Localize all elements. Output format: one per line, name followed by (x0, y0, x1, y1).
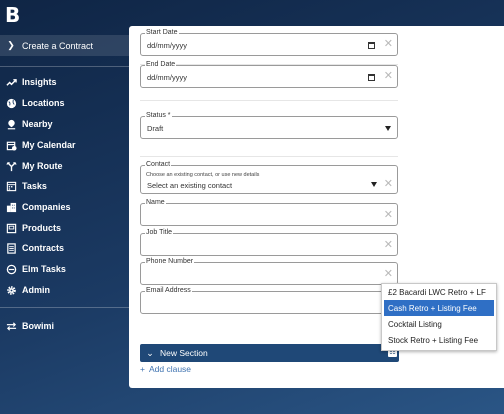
job-title-field[interactable]: Job Title ✕ (140, 228, 398, 256)
sidebar: ❯ Create a Contract Insights Locations N… (0, 0, 129, 414)
sidebar-item-my-calendar[interactable]: My Calendar (0, 136, 129, 154)
products-icon (0, 223, 22, 234)
field-value: dd/mm/yyyy (147, 73, 188, 82)
sidebar-item-label: Tasks (22, 181, 47, 191)
new-section-header[interactable]: ⌄ New Section ☷ (140, 344, 399, 362)
section-title: New Section (160, 348, 208, 358)
dropdown-option[interactable]: Cocktail Listing (382, 316, 496, 332)
chevron-down-icon (385, 126, 391, 131)
sidebar-item-label: Bowimi (22, 321, 55, 331)
elm-icon (0, 264, 22, 275)
dropdown-option[interactable]: £2 Bacardi LWC Retro + LF (382, 284, 496, 300)
clause-dropdown-menu: £2 Bacardi LWC Retro + LF Cash Retro + L… (381, 283, 497, 351)
field-value: Select an existing contact (147, 181, 233, 190)
switch-icon (0, 321, 22, 332)
calendar-icon[interactable] (368, 74, 375, 81)
contract-icon (0, 242, 22, 254)
chevron-down-icon: ⌄ (146, 347, 154, 358)
field-hint: Choose an existing contact, or use new d… (146, 172, 260, 178)
sidebar-item-label: My Route (22, 161, 63, 171)
trend-up-icon (0, 77, 22, 88)
sidebar-item-my-route[interactable]: My Route (0, 157, 129, 175)
field-label: End Date (145, 60, 177, 69)
gear-icon (0, 285, 22, 296)
field-label: Status * (145, 111, 172, 120)
close-icon[interactable]: ✕ (384, 71, 393, 82)
sidebar-item-create-contract[interactable]: ❯ Create a Contract (0, 35, 129, 56)
close-icon[interactable]: ✕ (384, 240, 393, 251)
sidebar-item-label: Locations (22, 98, 65, 108)
chevron-right-icon: ❯ (7, 40, 15, 50)
add-clause-label: Add clause (148, 364, 192, 374)
field-value: dd/mm/yyyy (147, 41, 188, 50)
sidebar-item-products[interactable]: Products (0, 219, 129, 237)
sidebar-item-elm-tasks[interactable]: Elm Tasks (0, 260, 129, 278)
globe-icon (0, 98, 22, 109)
sidebar-divider (0, 66, 129, 67)
add-clause-link[interactable]: + Add clause (140, 364, 191, 374)
calendar-icon (0, 140, 22, 151)
sidebar-item-locations[interactable]: Locations (0, 94, 129, 112)
sidebar-item-label: Nearby (22, 119, 53, 129)
close-icon[interactable]: ✕ (384, 179, 393, 190)
route-icon (0, 161, 22, 172)
sidebar-item-label: Products (22, 223, 62, 233)
phone-number-field[interactable]: Phone Number ✕ (140, 257, 398, 285)
end-date-field[interactable]: End Date dd/mm/yyyy ✕ (140, 60, 398, 88)
tasks-icon (0, 181, 22, 192)
sidebar-item-label: Elm Tasks (22, 264, 66, 274)
name-field[interactable]: Name ✕ (140, 198, 398, 226)
sidebar-item-label: Admin (22, 285, 50, 295)
sidebar-item-bowimi[interactable]: Bowimi (0, 317, 129, 335)
email-field[interactable]: Email Address (140, 286, 398, 314)
field-value: Draft (147, 124, 164, 133)
start-date-field[interactable]: Start Date dd/mm/yyyy ✕ (140, 28, 398, 56)
close-icon[interactable]: ✕ (384, 210, 393, 221)
sidebar-item-tasks[interactable]: Tasks (0, 177, 129, 195)
chevron-down-icon (371, 182, 377, 187)
field-label: Start Date (145, 28, 179, 37)
status-select[interactable]: Status * Draft (140, 111, 398, 139)
field-label: Job Title (145, 228, 174, 237)
divider (140, 100, 398, 101)
sidebar-item-label: Contracts (22, 243, 65, 253)
calendar-icon[interactable] (368, 42, 375, 49)
dropdown-option-selected[interactable]: Cash Retro + Listing Fee (384, 300, 494, 316)
sidebar-item-label: Companies (22, 202, 71, 212)
sidebar-item-insights[interactable]: Insights (0, 73, 129, 91)
close-icon[interactable]: ✕ (384, 269, 393, 280)
field-label: Name (145, 198, 166, 207)
sidebar-item-label: Insights (22, 77, 57, 87)
dropdown-option[interactable]: Stock Retro + Listing Fee (382, 332, 496, 348)
field-label: Phone Number (145, 257, 195, 266)
sidebar-item-label: Create a Contract (22, 40, 94, 51)
field-label: Contact (145, 160, 172, 169)
sidebar-divider (0, 307, 129, 308)
plus-icon: + (140, 364, 145, 374)
sidebar-item-companies[interactable]: Companies (0, 198, 129, 216)
close-icon[interactable]: ✕ (384, 39, 393, 50)
sidebar-item-admin[interactable]: Admin (0, 281, 129, 299)
contact-select[interactable]: Contact Choose an existing contact, or u… (140, 160, 398, 194)
map-pin-icon (0, 119, 22, 130)
sidebar-item-label: My Calendar (22, 140, 76, 150)
sidebar-item-nearby[interactable]: Nearby (0, 115, 129, 133)
sidebar-item-contracts[interactable]: Contracts (0, 239, 129, 257)
divider (140, 156, 398, 157)
field-label: Email Address (145, 286, 192, 295)
building-icon (0, 202, 22, 213)
